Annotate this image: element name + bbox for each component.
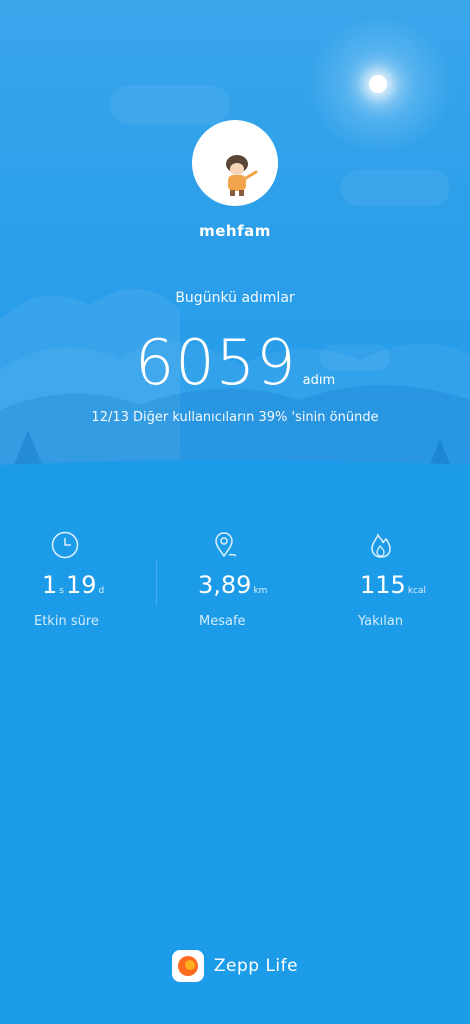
flame-icon xyxy=(371,533,391,558)
steps-unit: adım xyxy=(302,373,336,388)
sun-icon xyxy=(369,75,387,93)
username: mehfam xyxy=(199,222,271,240)
steps-count: 6059 xyxy=(134,326,297,399)
clock-icon xyxy=(51,531,79,559)
distance-value: 3,89 km xyxy=(198,571,268,599)
cloud xyxy=(340,170,450,206)
calories-value: 115 kcal xyxy=(360,571,426,599)
cloud xyxy=(110,85,230,125)
stat-calories[interactable]: 115 kcal Yakılan xyxy=(358,530,470,629)
today-steps-label: Bugünkü adımlar xyxy=(175,290,295,306)
stat-divider xyxy=(156,560,157,606)
rank-text: 12/13 Diğer kullanıcıların 39% 'sinin ön… xyxy=(91,410,379,425)
avatar[interactable] xyxy=(192,120,278,206)
active-time-label: Etkin süre xyxy=(34,614,99,629)
avatar-character-icon xyxy=(226,155,258,196)
brand-name: Zepp Life xyxy=(213,956,299,976)
active-time-value: 1 s19 d xyxy=(42,571,105,599)
steps-count-row[interactable]: 6059 adım xyxy=(0,328,470,398)
sky-header xyxy=(0,0,470,480)
stat-distance[interactable]: 3,89 km Mesafe xyxy=(197,530,353,629)
brand-footer: Zepp Life xyxy=(0,950,470,982)
stat-active-time[interactable]: 1 s19 d Etkin süre xyxy=(0,530,156,629)
zepp-life-logo-icon xyxy=(171,950,204,982)
calories-label: Yakılan xyxy=(358,614,404,629)
location-pin-icon xyxy=(215,532,237,558)
distance-label: Mesafe xyxy=(199,614,246,629)
